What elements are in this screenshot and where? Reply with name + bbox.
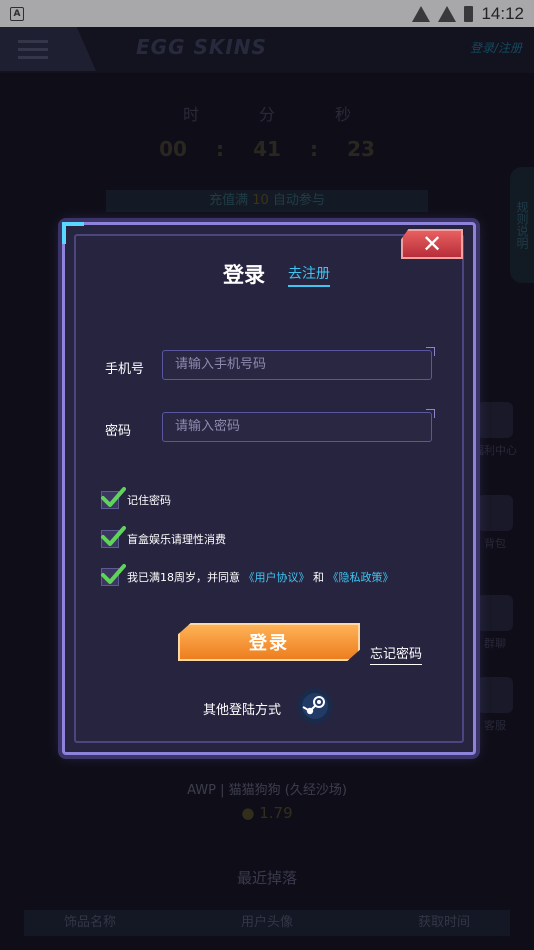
forgot-password-link[interactable]: 忘记密码 bbox=[370, 643, 423, 665]
modal-inner-frame bbox=[74, 234, 464, 743]
password-input[interactable]: 请输入密码 bbox=[162, 409, 435, 442]
check-icon bbox=[101, 564, 126, 584]
other-login-label: 其他登陆方式 bbox=[203, 703, 282, 718]
password-label: 密码 bbox=[105, 424, 132, 439]
remember-password-row[interactable]: 记住密码 bbox=[101, 487, 171, 509]
privacy-policy-link[interactable]: 《隐私政策》 bbox=[328, 571, 394, 584]
agreement-checkbox[interactable] bbox=[101, 564, 126, 586]
login-modal: ✕ 登录 去注册 手机号 请输入手机号码 密码 请输入密码 记住密码 盲盒娱乐请… bbox=[62, 222, 476, 755]
check-icon bbox=[101, 526, 126, 546]
close-icon: ✕ bbox=[421, 230, 443, 258]
rational-label: 盲盒娱乐请理性消费 bbox=[127, 533, 226, 546]
rational-consumption-row[interactable]: 盲盒娱乐请理性消费 bbox=[101, 526, 226, 548]
user-agreement-link[interactable]: 《用户协议》 bbox=[244, 571, 310, 584]
register-link[interactable]: 去注册 bbox=[288, 263, 330, 287]
modal-corner-accent bbox=[62, 222, 84, 244]
age-agreement-row[interactable]: 我已满18周岁，并同意 《用户协议》 和 《隐私政策》 bbox=[101, 564, 394, 586]
login-button[interactable]: 登录 bbox=[178, 623, 360, 661]
steam-icon bbox=[302, 693, 328, 719]
agreement-and: 和 bbox=[313, 571, 324, 584]
phone-input[interactable]: 请输入手机号码 bbox=[162, 347, 435, 380]
phone-label: 手机号 bbox=[105, 362, 145, 377]
check-icon bbox=[101, 487, 126, 507]
agreement-text: 我已满18周岁，并同意 bbox=[127, 571, 240, 584]
close-button[interactable]: ✕ bbox=[401, 229, 463, 259]
remember-checkbox[interactable] bbox=[101, 487, 126, 509]
steam-login-button[interactable] bbox=[297, 688, 333, 724]
modal-title: 登录 bbox=[223, 263, 265, 287]
remember-label: 记住密码 bbox=[127, 494, 171, 507]
rational-checkbox[interactable] bbox=[101, 526, 126, 548]
